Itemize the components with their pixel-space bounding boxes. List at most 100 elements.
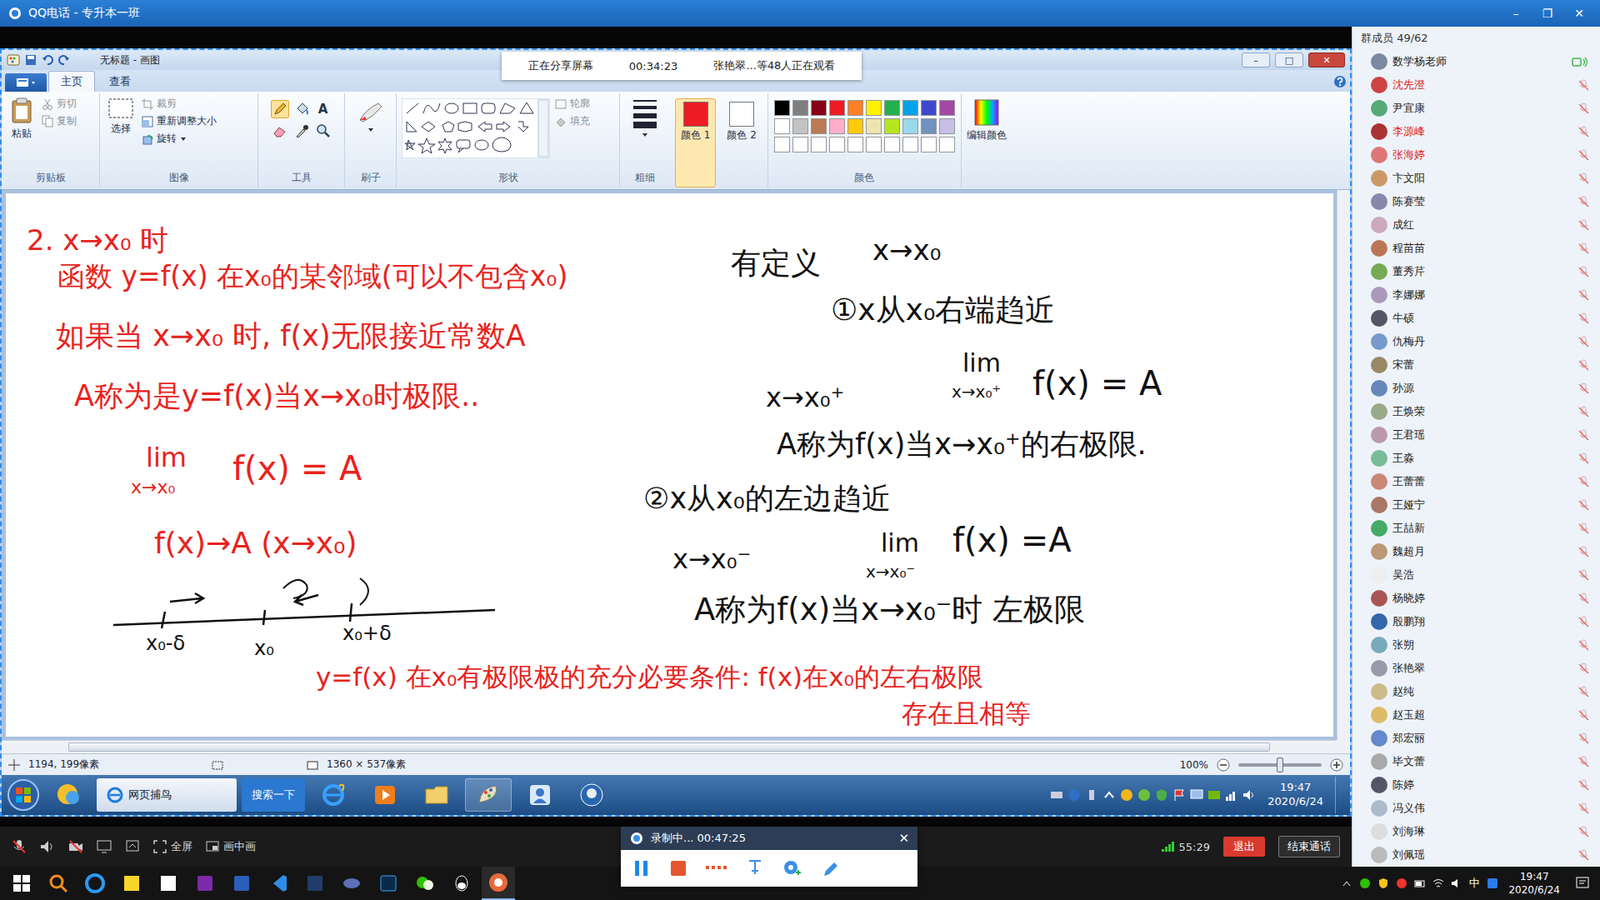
taskbar-app[interactable]	[225, 866, 259, 900]
mic-muted-icon[interactable]	[1577, 429, 1590, 442]
mic-muted-icon[interactable]	[11, 839, 27, 855]
member-row[interactable]: 仇梅丹	[1352, 330, 1600, 354]
mic-muted-icon[interactable]	[1577, 242, 1590, 255]
member-row[interactable]: 沈先澄	[1352, 73, 1600, 97]
resize-button[interactable]: 重新调整大小	[141, 114, 217, 129]
palette-swatch[interactable]	[939, 136, 955, 153]
mic-muted-icon[interactable]	[1577, 335, 1590, 349]
mic-muted-icon[interactable]	[1577, 79, 1590, 92]
tray-volume-icon[interactable]	[1450, 877, 1463, 890]
pen-tool-icon[interactable]	[745, 859, 765, 878]
mic-muted-icon[interactable]	[1577, 522, 1590, 535]
mic-muted-icon[interactable]	[1577, 195, 1590, 209]
palette-swatch[interactable]	[810, 100, 827, 116]
pinned-app[interactable]	[413, 778, 460, 812]
fullscreen-button[interactable]: 全屏	[153, 839, 193, 855]
mic-muted-icon[interactable]	[1577, 452, 1590, 465]
member-row[interactable]: 张海婷	[1352, 143, 1600, 167]
ribbon-tab[interactable]: 查看	[96, 70, 144, 92]
outline-button[interactable]: 轮廓	[555, 96, 590, 111]
pip-button[interactable]: 画中画	[205, 839, 256, 855]
pinned-app[interactable]	[310, 778, 357, 812]
palette-swatch[interactable]	[865, 118, 882, 135]
palette-swatch[interactable]	[865, 100, 882, 116]
tray-network-icon[interactable]	[1225, 788, 1239, 802]
taskbar-app[interactable]	[78, 866, 112, 900]
tray-expand-icon[interactable]	[1102, 788, 1116, 802]
tray-printer-icon[interactable]	[1050, 788, 1064, 802]
rotate-button[interactable]: 旋转	[141, 131, 217, 146]
member-row[interactable]: 卞文阳	[1352, 166, 1600, 190]
palette-swatch[interactable]	[902, 100, 919, 116]
select-button[interactable]: 选择	[105, 95, 137, 138]
tray-usb-icon[interactable]	[1085, 788, 1099, 802]
browser-taskbar-button[interactable]: 网页捕鸟	[96, 778, 237, 812]
speaker-icon[interactable]	[40, 839, 55, 855]
fill-button[interactable]: 填充	[555, 114, 590, 129]
notification-icon[interactable]	[1575, 875, 1590, 891]
mic-muted-icon[interactable]	[1577, 569, 1590, 582]
palette-swatch[interactable]	[884, 118, 900, 135]
undo-icon[interactable]	[41, 54, 54, 66]
tray-volume-icon[interactable]	[1242, 788, 1256, 802]
taskbar-app[interactable]	[481, 866, 515, 900]
magnifier-tool[interactable]	[314, 121, 333, 140]
tray-app-icon[interactable]	[1137, 788, 1151, 802]
member-row[interactable]: 王娅宁	[1352, 493, 1600, 517]
tray-qq-icon[interactable]	[1120, 788, 1134, 802]
tray-monitor-icon[interactable]	[1190, 788, 1204, 802]
mic-muted-icon[interactable]	[1577, 545, 1590, 559]
camera-off-icon[interactable]	[68, 839, 84, 855]
member-row[interactable]: 陈赛莹	[1352, 190, 1600, 214]
member-row[interactable]: 张艳翠	[1352, 656, 1600, 680]
end-call-button[interactable]: 结束通话	[1278, 835, 1340, 858]
mic-muted-icon[interactable]	[1577, 755, 1590, 769]
window-control[interactable]: –	[1503, 6, 1529, 20]
tray-up-icon[interactable]	[1340, 877, 1353, 890]
member-row[interactable]: 刘海琳	[1352, 820, 1600, 844]
palette-swatch[interactable]	[829, 100, 845, 116]
win7-clock[interactable]: 19:472020/6/24	[1260, 780, 1330, 810]
member-row[interactable]: 程苗苗	[1352, 236, 1600, 260]
mic-muted-icon[interactable]	[1577, 849, 1590, 862]
paint-window-control[interactable]: □	[1275, 52, 1304, 68]
palette-swatch[interactable]	[774, 118, 790, 135]
palette-swatch[interactable]	[792, 118, 809, 135]
taskbar-app[interactable]	[408, 866, 442, 900]
member-row[interactable]: 毕文蕾	[1352, 750, 1600, 774]
pinned-app[interactable]	[465, 778, 512, 812]
mic-muted-icon[interactable]	[1577, 219, 1590, 232]
member-row[interactable]: 尹宜康	[1352, 96, 1600, 120]
palette-swatch[interactable]	[884, 136, 900, 153]
palette-swatch[interactable]	[920, 118, 937, 135]
taskbar-app[interactable]	[445, 866, 479, 900]
taskbar-app[interactable]	[261, 866, 295, 900]
pencil-tool[interactable]	[270, 100, 290, 119]
pinned-app[interactable]	[568, 778, 615, 812]
mic-muted-icon[interactable]	[1577, 802, 1590, 815]
palette-swatch[interactable]	[865, 136, 882, 153]
mic-muted-icon[interactable]	[1577, 615, 1590, 629]
tray-app-icon[interactable]	[1486, 877, 1499, 890]
palette-swatch[interactable]	[920, 136, 937, 153]
tray-gpu-icon[interactable]	[1207, 788, 1221, 802]
member-row[interactable]: 宋蕾	[1352, 353, 1600, 377]
taskbar-app[interactable]	[335, 866, 369, 900]
mic-muted-icon[interactable]	[1577, 149, 1590, 162]
mic-muted-icon[interactable]	[1577, 639, 1590, 652]
palette-swatch[interactable]	[920, 100, 937, 116]
shapes-gallery-icon[interactable]	[401, 98, 550, 159]
tray-wifi-icon[interactable]	[1432, 877, 1445, 890]
member-row[interactable]: 王焕荣	[1352, 400, 1600, 424]
webcam-icon[interactable]	[782, 859, 803, 878]
picker-tool[interactable]	[292, 121, 311, 140]
palette-swatch[interactable]	[902, 118, 919, 135]
mic-muted-icon[interactable]	[1577, 125, 1590, 139]
member-row[interactable]: 赵玉超	[1352, 703, 1600, 727]
zoom-in-icon[interactable]	[1330, 758, 1344, 772]
mic-muted-icon[interactable]	[1577, 732, 1590, 745]
zoom-track[interactable]	[1238, 763, 1322, 767]
palette-swatch[interactable]	[792, 100, 809, 116]
member-row[interactable]: 王淼	[1352, 446, 1600, 470]
redo-icon[interactable]	[58, 54, 70, 66]
